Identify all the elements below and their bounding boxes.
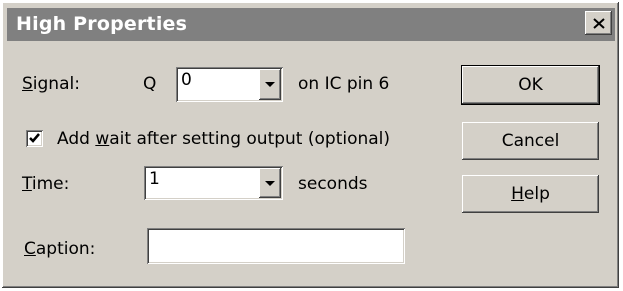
signal-value: 0 <box>181 70 192 90</box>
dialog-title: High Properties <box>16 13 188 35</box>
close-icon <box>592 17 605 29</box>
signal-pin-text: on IC pin 6 <box>298 74 390 94</box>
high-properties-dialog: High Properties Signal: Q 0 on IC pin 6 … <box>2 2 619 288</box>
chevron-down-icon <box>265 180 275 186</box>
checkmark-icon <box>29 133 40 143</box>
add-wait-checkbox[interactable] <box>26 130 43 147</box>
time-dropdown-button[interactable] <box>259 168 281 198</box>
caption-label: Caption: <box>24 239 96 259</box>
chevron-down-icon <box>265 82 275 87</box>
close-button[interactable] <box>585 11 612 35</box>
time-units-text: seconds <box>298 174 368 194</box>
ok-button[interactable]: OK <box>462 66 599 104</box>
caption-input[interactable] <box>147 228 405 264</box>
time-label: Time: <box>22 174 70 194</box>
add-wait-label[interactable]: Add wait after setting output (optional) <box>57 129 390 149</box>
time-value: 1 <box>149 169 160 189</box>
help-button[interactable]: Help <box>462 175 599 213</box>
cancel-button[interactable]: Cancel <box>462 122 599 160</box>
time-combobox[interactable]: 1 <box>144 166 283 200</box>
signal-prefix: Q <box>143 74 157 94</box>
signal-dropdown-button[interactable] <box>259 69 281 100</box>
signal-label: Signal: <box>22 74 80 94</box>
signal-combobox[interactable]: 0 <box>176 67 283 102</box>
title-bar[interactable]: High Properties <box>7 8 615 41</box>
